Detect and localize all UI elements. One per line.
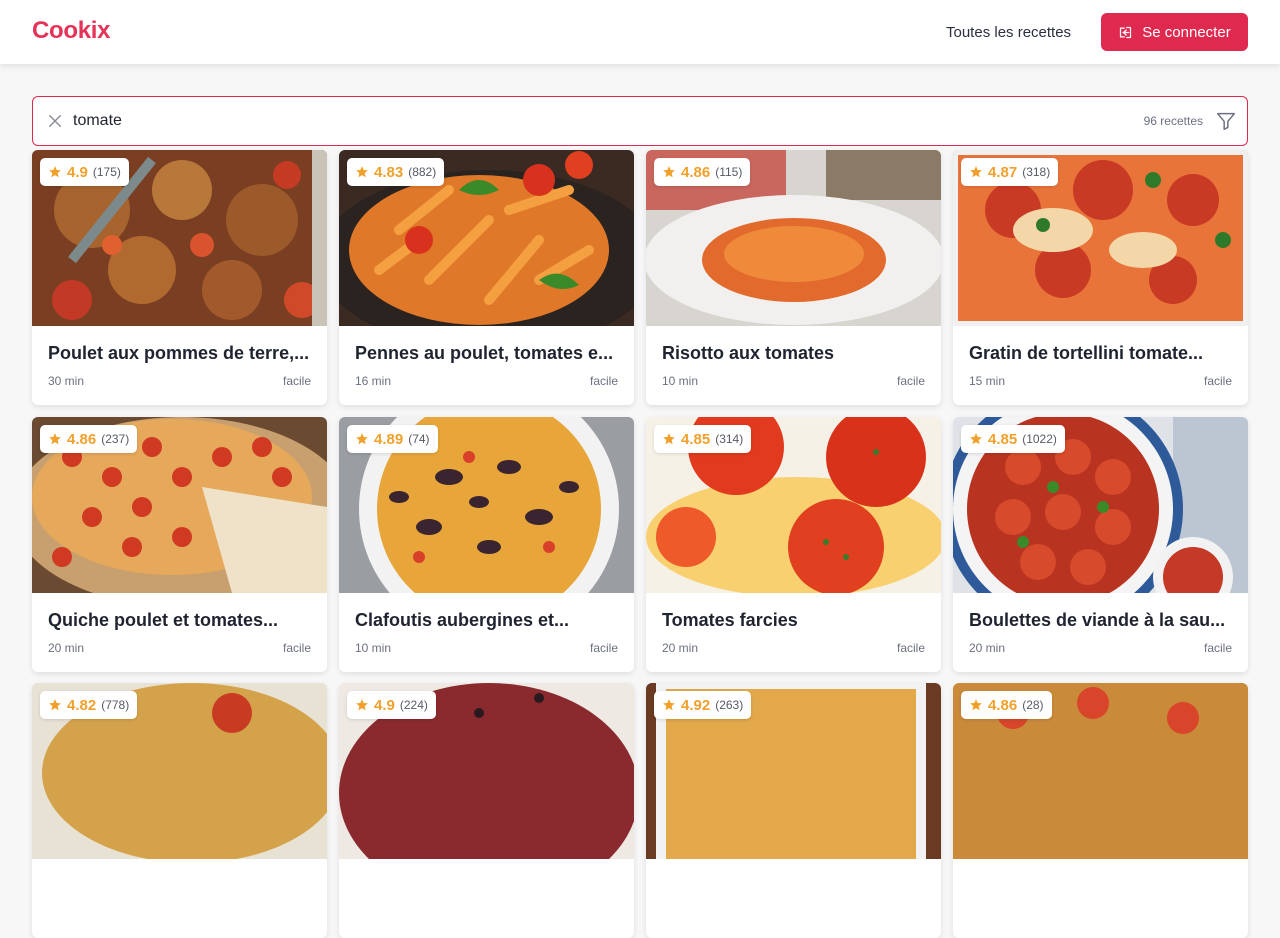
rating-votes: (175) xyxy=(92,165,121,179)
recipe-difficulty: facile xyxy=(1203,374,1232,388)
recipe-title: Pennes au poulet, tomates e... xyxy=(355,343,614,363)
login-button[interactable]: Se connecter xyxy=(1101,13,1248,51)
rating-votes: (74) xyxy=(408,432,430,446)
recipe-card[interactable]: 4.87 (318) Gratin de tortellini tomate..… xyxy=(953,150,1248,405)
rating-votes: (28) xyxy=(1022,698,1044,712)
recipe-difficulty: facile xyxy=(282,641,311,655)
recipe-time: 16 min xyxy=(355,374,392,388)
star-icon xyxy=(356,699,368,711)
login-button-label: Se connecter xyxy=(1142,23,1231,41)
rating-badge: 4.92 (263) xyxy=(654,691,752,719)
rating-badge: 4.85 (314) xyxy=(654,425,752,453)
rating-badge: 4.83 (882) xyxy=(347,158,445,186)
star-icon xyxy=(970,699,982,711)
rating-badge: 4.86 (28) xyxy=(961,691,1052,719)
recipe-difficulty: facile xyxy=(896,374,925,388)
star-icon xyxy=(663,166,675,178)
rating-score: 4.86 xyxy=(988,696,1018,714)
rating-badge: 4.86 (237) xyxy=(40,425,138,453)
recipe-title: Boulettes de viande à la sau... xyxy=(969,610,1226,630)
star-icon xyxy=(663,699,675,711)
recipe-title: Gratin de tortellini tomate... xyxy=(969,343,1204,363)
rating-votes: (115) xyxy=(715,165,743,179)
recipe-time: 20 min xyxy=(969,641,1006,655)
rating-votes: (882) xyxy=(408,165,437,179)
rating-score: 4.85 xyxy=(988,430,1018,448)
rating-badge: 4.82 (778) xyxy=(40,691,138,719)
recipe-time: 20 min xyxy=(48,641,85,655)
recipe-difficulty: facile xyxy=(896,641,925,655)
nav-all-recipes-link[interactable]: Toutes les recettes xyxy=(946,24,1071,41)
rating-votes: (263) xyxy=(715,698,744,712)
recipe-card[interactable]: 4.86 (115) Risotto aux tomates 10 min fa… xyxy=(646,150,941,405)
rating-votes: (237) xyxy=(101,432,130,446)
recipe-time: 10 min xyxy=(355,641,392,655)
recipe-difficulty: facile xyxy=(1203,641,1232,655)
recipe-card[interactable]: 4.86 (237) Quiche poulet et tomates... 2… xyxy=(32,417,327,672)
rating-score: 4.9 xyxy=(67,163,88,181)
recipe-card[interactable]: 4.83 (882) Pennes au poulet, tomates e..… xyxy=(339,150,634,405)
rating-votes: (224) xyxy=(399,698,428,712)
recipe-difficulty: facile xyxy=(589,374,618,388)
rating-badge: 4.86 (115) xyxy=(654,158,751,186)
rating-score: 4.82 xyxy=(67,696,97,714)
star-icon xyxy=(970,166,982,178)
star-icon xyxy=(49,433,61,445)
rating-badge: 4.87 (318) xyxy=(961,158,1059,186)
rating-score: 4.86 xyxy=(67,430,97,448)
recipe-title: Quiche poulet et tomates... xyxy=(48,610,279,630)
login-icon xyxy=(1120,26,1132,38)
star-icon xyxy=(49,699,61,711)
rating-score: 4.89 xyxy=(374,430,404,448)
star-icon xyxy=(663,433,675,445)
results-count: 96 recettes xyxy=(1143,114,1203,128)
rating-badge: 4.9 (224) xyxy=(347,691,436,719)
recipe-difficulty: facile xyxy=(282,374,311,388)
rating-score: 4.87 xyxy=(988,163,1018,181)
top-header: Cookix Toutes les recettes Se connecter xyxy=(0,0,1280,64)
recipe-card[interactable]: 4.9 (224) xyxy=(339,683,634,938)
app-logo[interactable]: Cookix xyxy=(32,17,111,45)
rating-score: 4.86 xyxy=(681,163,711,181)
recipe-title: Poulet aux pommes de terre,... xyxy=(48,343,310,363)
rating-badge: 4.89 (74) xyxy=(347,425,438,453)
recipe-time: 15 min xyxy=(969,374,1006,388)
recipe-time: 30 min xyxy=(48,374,85,388)
clear-search-icon[interactable] xyxy=(46,112,64,130)
recipe-title: Tomates farcies xyxy=(662,610,798,630)
rating-votes: (318) xyxy=(1022,165,1051,179)
recipe-card[interactable]: 4.85 (314) Tomates farcies 20 min facile xyxy=(646,417,941,672)
search-input[interactable] xyxy=(73,109,973,133)
recipe-card[interactable]: 4.86 (28) xyxy=(953,683,1248,938)
rating-votes: (1022) xyxy=(1022,432,1057,446)
rating-votes: (778) xyxy=(101,698,130,712)
recipe-card[interactable]: 4.92 (263) xyxy=(646,683,941,938)
rating-score: 4.85 xyxy=(681,430,711,448)
star-icon xyxy=(970,433,982,445)
rating-score: 4.9 xyxy=(374,696,395,714)
recipe-time: 20 min xyxy=(662,641,699,655)
rating-badge: 4.9 (175) xyxy=(40,158,129,186)
filter-icon[interactable] xyxy=(1215,110,1237,132)
rating-badge: 4.85 (1022) xyxy=(961,425,1065,453)
star-icon xyxy=(356,166,368,178)
recipe-card[interactable]: 4.9 (175) Poulet aux pommes de terre,...… xyxy=(32,150,327,405)
rating-score: 4.83 xyxy=(374,163,404,181)
recipe-card[interactable]: 4.85 (1022) Boulettes de viande à la sau… xyxy=(953,417,1248,672)
search-bar: 96 recettes xyxy=(32,96,1248,146)
recipe-title: Clafoutis aubergines et... xyxy=(355,610,570,630)
recipe-difficulty: facile xyxy=(589,641,618,655)
rating-votes: (314) xyxy=(715,432,744,446)
star-icon xyxy=(356,433,368,445)
rating-score: 4.92 xyxy=(681,696,711,714)
recipe-title: Risotto aux tomates xyxy=(662,343,835,363)
star-icon xyxy=(49,166,61,178)
recipe-card[interactable]: 4.82 (778) xyxy=(32,683,327,938)
recipe-card[interactable]: 4.89 (74) Clafoutis aubergines et... 10 … xyxy=(339,417,634,672)
recipe-time: 10 min xyxy=(662,374,699,388)
